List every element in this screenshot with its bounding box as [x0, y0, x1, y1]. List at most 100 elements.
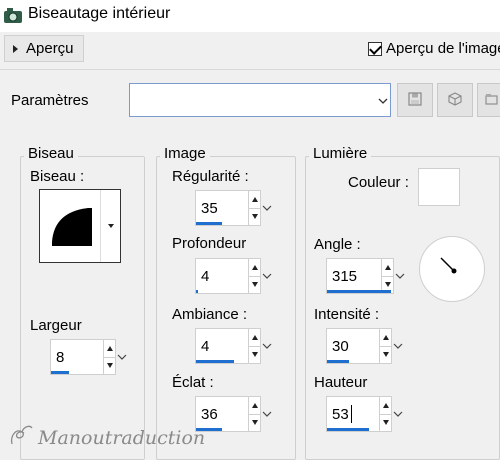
preview-checkbox[interactable] — [368, 41, 382, 56]
regularite-decrement-button[interactable] — [249, 209, 260, 226]
width-menu-chevron-icon[interactable] — [116, 339, 128, 375]
angle-input[interactable]: 315 — [326, 258, 391, 294]
save-icon — [408, 91, 422, 109]
up-arrow-icon — [382, 334, 389, 340]
bevel-shape-selector[interactable] — [39, 189, 121, 263]
chevron-down-icon[interactable] — [378, 94, 388, 110]
ambiance-slider-bar[interactable] — [196, 360, 234, 363]
intensite-decrement-button[interactable] — [380, 347, 391, 364]
intensite-menu-chevron-icon[interactable] — [392, 328, 404, 364]
profondeur-input[interactable]: 4 — [195, 258, 249, 294]
eclat-decrement-button[interactable] — [249, 415, 260, 432]
save-preset-button[interactable] — [397, 83, 433, 117]
expand-arrow-icon — [13, 44, 18, 53]
down-arrow-icon — [382, 352, 389, 358]
couleur-label: Couleur : — [348, 174, 409, 191]
eclat-stepper[interactable] — [249, 396, 261, 432]
ambiance-spinner[interactable]: 4 — [195, 328, 273, 364]
angle-value: 315 — [332, 268, 358, 285]
regularite-slider-bar[interactable] — [196, 222, 222, 225]
profondeur-label: Profondeur — [172, 235, 247, 252]
regularite-value: 35 — [201, 200, 218, 217]
down-arrow-icon — [382, 420, 389, 426]
up-arrow-icon — [382, 402, 389, 408]
flourish-icon — [8, 422, 36, 453]
angle-slider-bar[interactable] — [327, 290, 391, 293]
hauteur-input[interactable]: 53 — [326, 396, 380, 432]
regularite-input[interactable]: 35 — [195, 190, 249, 226]
angle-stepper[interactable] — [382, 258, 394, 294]
bevel-dropdown-button[interactable] — [100, 190, 120, 262]
eclat-label: Éclat : — [172, 374, 214, 391]
eclat-menu-chevron-icon[interactable] — [261, 396, 273, 432]
ambiance-decrement-button[interactable] — [249, 347, 260, 364]
up-arrow-icon — [251, 264, 258, 270]
angle-label: Angle : — [314, 236, 361, 253]
angle-spinner[interactable]: 315 — [326, 258, 406, 294]
dropdown-arrow-icon — [107, 224, 114, 228]
hauteur-spinner[interactable]: 53 — [326, 396, 404, 432]
intensite-increment-button[interactable] — [380, 329, 391, 347]
profondeur-increment-button[interactable] — [249, 259, 260, 277]
profondeur-spinner[interactable]: 4 — [195, 258, 273, 294]
width-stepper[interactable] — [104, 339, 116, 375]
profondeur-decrement-button[interactable] — [249, 277, 260, 294]
down-arrow-icon — [251, 420, 258, 426]
intensite-label: Intensité : — [314, 306, 380, 323]
hauteur-label: Hauteur — [314, 374, 368, 391]
intensite-input[interactable]: 30 — [326, 328, 380, 364]
ambiance-input[interactable]: 4 — [195, 328, 249, 364]
preview-checkbox-label: Aperçu de l'image — [386, 40, 500, 57]
up-arrow-icon — [106, 345, 113, 351]
preview-button-label: Aperçu — [26, 40, 74, 57]
watermark-text: Manoutraduction — [38, 426, 206, 449]
intensite-spinner[interactable]: 30 — [326, 328, 404, 364]
intensite-slider-bar[interactable] — [327, 360, 349, 363]
regularite-spinner[interactable]: 35 — [195, 190, 273, 226]
eclat-spinner[interactable]: 36 — [195, 396, 273, 432]
regularite-label: Régularité : — [172, 168, 249, 185]
width-increment-button[interactable] — [104, 340, 115, 358]
hauteur-decrement-button[interactable] — [380, 415, 391, 432]
angle-dial[interactable] — [419, 236, 485, 302]
ambiance-increment-button[interactable] — [249, 329, 260, 347]
hauteur-menu-chevron-icon[interactable] — [392, 396, 404, 432]
hauteur-increment-button[interactable] — [380, 397, 391, 415]
params-preset-select[interactable] — [129, 83, 391, 117]
width-label: Largeur — [30, 317, 82, 334]
angle-increment-button[interactable] — [382, 259, 393, 277]
window-title: Biseautage intérieur — [28, 5, 171, 22]
regularite-stepper[interactable] — [249, 190, 261, 226]
regularite-menu-chevron-icon[interactable] — [261, 190, 273, 226]
width-spinner[interactable]: 8 — [50, 339, 128, 375]
reset-preset-button[interactable] — [437, 83, 473, 117]
hauteur-slider-bar[interactable] — [327, 428, 369, 431]
profondeur-value: 4 — [201, 268, 210, 285]
profondeur-stepper[interactable] — [249, 258, 261, 294]
width-slider-bar[interactable] — [51, 371, 69, 374]
width-decrement-button[interactable] — [104, 358, 115, 375]
profondeur-slider-bar[interactable] — [196, 290, 198, 293]
ambiance-menu-chevron-icon[interactable] — [261, 328, 273, 364]
light-color-swatch[interactable] — [418, 168, 460, 206]
profondeur-menu-chevron-icon[interactable] — [261, 258, 273, 294]
down-arrow-icon — [106, 363, 113, 369]
hauteur-stepper[interactable] — [380, 396, 392, 432]
down-arrow-icon — [384, 282, 391, 288]
preview-toggle-button[interactable]: Aperçu — [4, 35, 84, 62]
lumiere-group-title: Lumière — [309, 145, 372, 162]
ambiance-stepper[interactable] — [249, 328, 261, 364]
preview-checkbox-row[interactable]: Aperçu de l'image — [368, 40, 500, 57]
params-label: Paramètres — [11, 92, 89, 109]
load-preset-button[interactable] — [477, 83, 500, 117]
width-value: 8 — [56, 349, 65, 366]
cube-icon — [448, 91, 462, 109]
image-group-title: Image — [160, 145, 210, 162]
regularite-increment-button[interactable] — [249, 191, 260, 209]
angle-menu-chevron-icon[interactable] — [394, 258, 406, 294]
eclat-increment-button[interactable] — [249, 397, 260, 415]
intensite-stepper[interactable] — [380, 328, 392, 364]
divider — [0, 69, 500, 70]
hauteur-value: 53 — [332, 406, 349, 423]
width-input[interactable]: 8 — [50, 339, 104, 375]
